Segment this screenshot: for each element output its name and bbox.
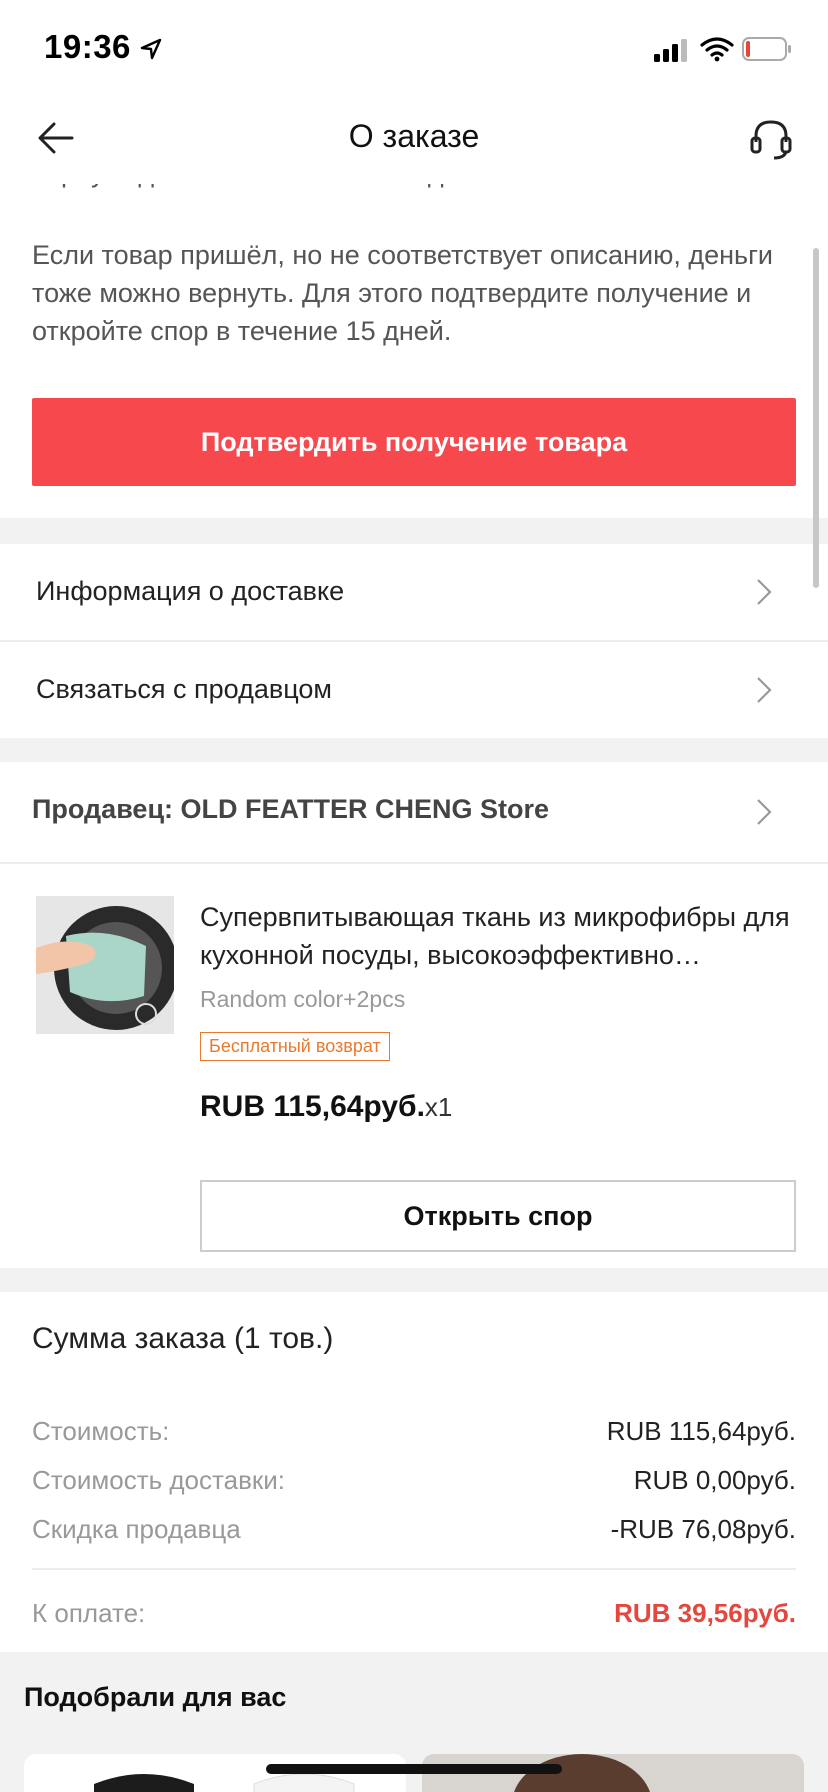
- delivery-info-row[interactable]: Информация о доставке: [0, 544, 828, 640]
- scrollbar[interactable]: [813, 248, 819, 588]
- confirm-receipt-button[interactable]: Подтвердить получение товара: [32, 398, 796, 486]
- contact-seller-row[interactable]: Связаться с продавцом: [0, 642, 828, 738]
- page-title: О заказе: [348, 118, 480, 154]
- price-value: RUB 115,64руб.: [200, 1090, 425, 1123]
- chevron-right-icon: [757, 579, 772, 605]
- delivery-info-label: Информация о доставке: [36, 576, 345, 606]
- product-variant: Random color+2pcs: [200, 986, 406, 1012]
- location-arrow-icon: [140, 38, 162, 60]
- order-content: вернуть деньги. На это есть 15 дней. Есл…: [0, 184, 828, 1792]
- summary-value: RUB 0,00руб.: [633, 1465, 796, 1495]
- chevron-right-icon: [757, 799, 772, 825]
- status-bar: 19:36: [0, 0, 828, 96]
- summary-label: Стоимость доставки:: [32, 1465, 286, 1495]
- customer-support-icon[interactable]: [748, 116, 794, 162]
- product-image[interactable]: [36, 896, 174, 1034]
- wifi-icon: [700, 37, 734, 62]
- free-return-badge: Бесплатный возврат: [200, 1032, 390, 1061]
- product-price: RUB 115,64руб.x1: [200, 1090, 452, 1124]
- battery-icon: [742, 37, 791, 61]
- summary-value: -RUB 76,08руб.: [610, 1514, 796, 1544]
- summary-label: Скидка продавца: [32, 1514, 241, 1544]
- total-label: К оплате:: [32, 1598, 146, 1628]
- seller-name: Продавец: OLD FEATTER CHENG Store: [32, 794, 550, 824]
- summary-value: RUB 115,64руб.: [606, 1416, 796, 1446]
- divider: [32, 1568, 796, 1570]
- seller-row[interactable]: Продавец: OLD FEATTER CHENG Store: [0, 762, 828, 862]
- open-dispute-button[interactable]: Открыть спор: [200, 1180, 796, 1252]
- return-info-cut-text: вернуть деньги. На это есть 15 дней.: [32, 184, 496, 192]
- status-time: 19:36: [44, 28, 131, 65]
- product-title[interactable]: Супервпитывающая ткань из микрофибры для…: [200, 898, 800, 974]
- chevron-right-icon: [757, 677, 772, 703]
- section-gap: [0, 518, 828, 544]
- section-gap: [0, 738, 828, 762]
- divider: [0, 862, 828, 864]
- home-indicator[interactable]: [266, 1764, 562, 1774]
- recommendations-title: Подобрали для вас: [24, 1682, 287, 1712]
- cellular-signal-icon: [654, 39, 687, 62]
- quantity: x1: [424, 1092, 453, 1122]
- order-summary-title: Сумма заказа (1 тов.): [32, 1322, 334, 1355]
- total-value: RUB 39,56руб.: [614, 1598, 796, 1628]
- contact-seller-label: Связаться с продавцом: [36, 674, 332, 704]
- return-info-text: Если товар пришёл, но не соответствует о…: [32, 240, 773, 346]
- summary-label: Стоимость:: [32, 1416, 170, 1446]
- section-gap: [0, 1268, 828, 1292]
- nav-bar: О заказе: [0, 96, 828, 184]
